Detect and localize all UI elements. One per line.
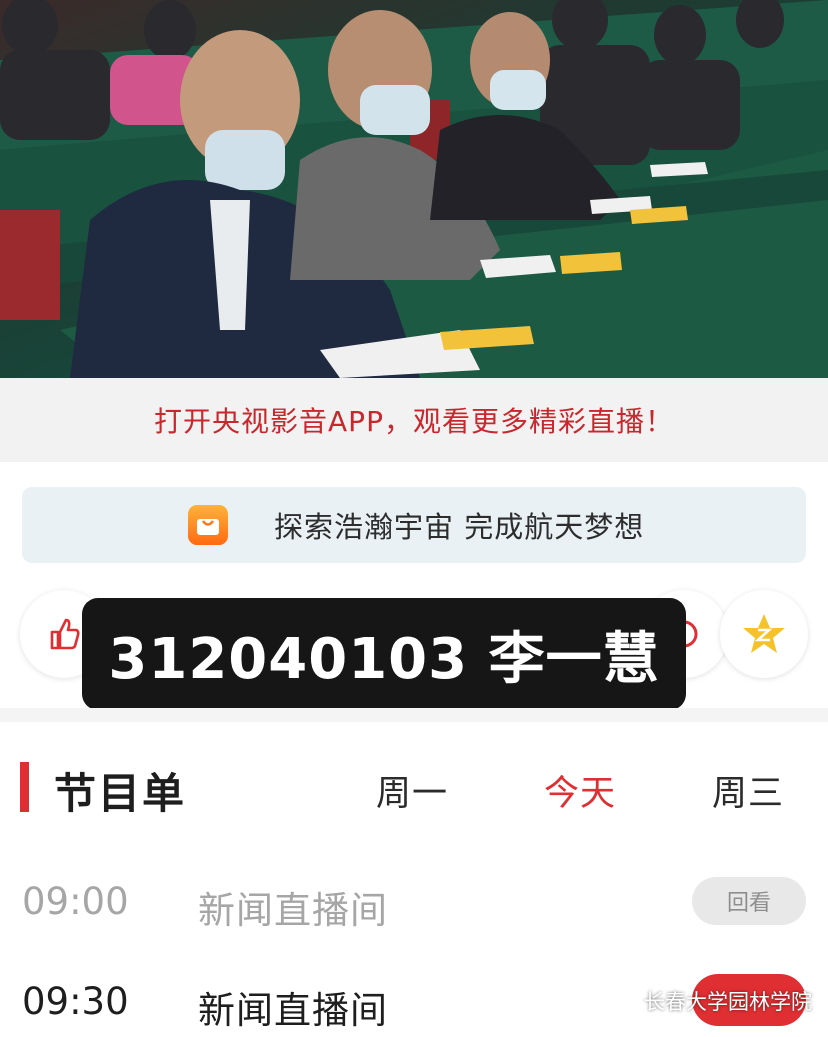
tab-monday[interactable]: 周一 [376, 765, 448, 816]
section-divider [0, 708, 828, 722]
tab-today[interactable]: 今天 [544, 765, 616, 816]
source-watermark: 长春大学园林学院 [612, 986, 812, 1016]
replay-button[interactable]: 回看 [692, 877, 806, 925]
program-name: 新闻直播间 [198, 889, 388, 932]
source-watermark-text: 长春大学园林学院 [644, 990, 812, 1014]
explore-text: 探索浩瀚宇宙 完成航天梦想 [274, 510, 645, 544]
tab-wednesday[interactable]: 周三 [712, 765, 784, 816]
program-time: 09:30 [22, 980, 129, 1023]
explore-card[interactable]: 探索浩瀚宇宙 完成航天梦想 [22, 487, 806, 563]
program-name: 新闻直播间 [198, 989, 388, 1032]
student-id-label: 312040103 李一慧 [108, 626, 660, 692]
star-icon [743, 614, 785, 653]
thumb-up-icon [50, 618, 80, 650]
schedule-title: 节目单 [54, 769, 187, 818]
open-app-banner[interactable]: 打开央视影音APP，观看更多精彩直播！ [0, 378, 828, 462]
video-frame-image [0, 0, 828, 378]
program-time: 09:00 [22, 880, 129, 923]
open-app-text: 打开央视影音APP，观看更多精彩直播！ [154, 405, 674, 438]
wechat-icon [612, 991, 636, 1010]
student-id-watermark: 312040103 李一慧 [82, 598, 686, 710]
live-video-player[interactable] [0, 0, 828, 378]
shopping-bag-icon [188, 505, 228, 545]
schedule-accent-bar [20, 762, 29, 812]
favorite-button[interactable] [720, 590, 808, 678]
